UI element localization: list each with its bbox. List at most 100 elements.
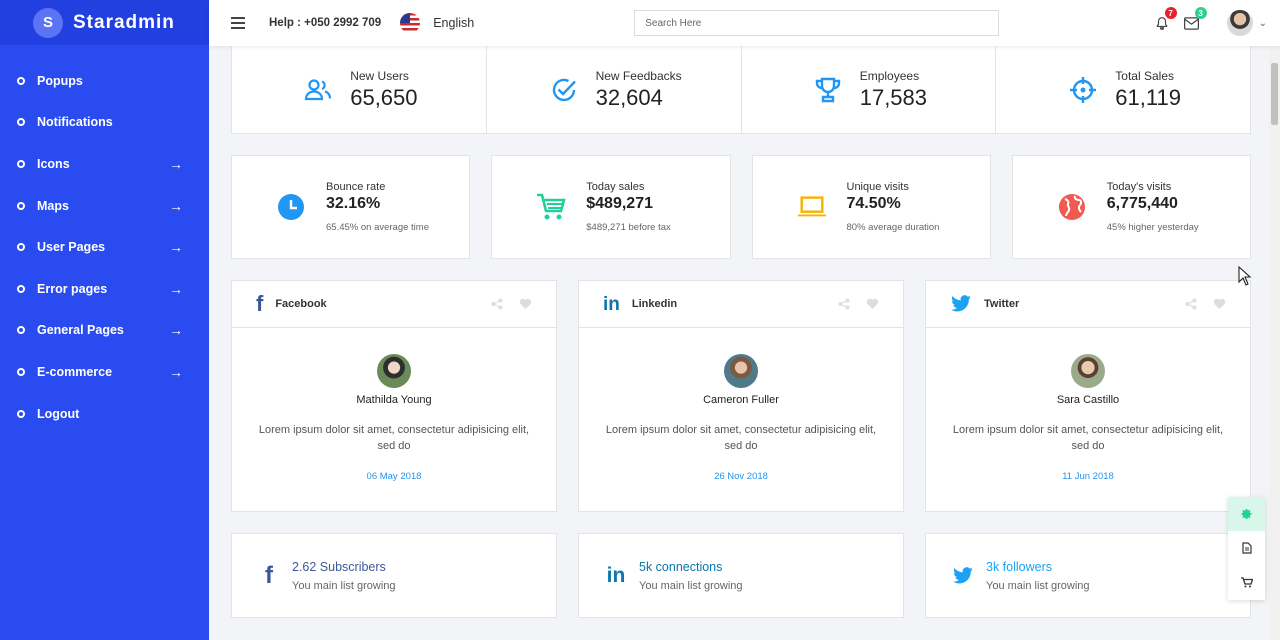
circle-icon (17, 159, 25, 168)
follower-count[interactable]: 3k followers (986, 560, 1090, 574)
stat-value: 32,604 (595, 85, 663, 110)
metric-value: 6,775,440 (1106, 195, 1178, 212)
page-scrollbar[interactable] (1269, 46, 1280, 640)
person-name: Mathilda Young (356, 394, 432, 406)
social-network-name: Twitter (984, 298, 1020, 310)
social-card-twitter: Twitter Sara Castillo Lorem ipsum dolor … (925, 280, 1251, 512)
heart-icon[interactable] (866, 298, 879, 310)
users-icon (300, 72, 336, 108)
metric-cards: Bounce rate 32.16% 65.45% on average time … (231, 155, 1251, 259)
share-icon[interactable] (838, 298, 850, 310)
heart-icon[interactable] (519, 298, 532, 310)
stat-label: New Users (350, 69, 409, 83)
avatar (377, 354, 411, 388)
menu-toggle-icon[interactable] (231, 17, 245, 29)
follower-count[interactable]: 5k connections (639, 560, 743, 574)
person-name: Sara Castillo (1056, 394, 1120, 406)
circle-icon (17, 367, 25, 376)
follower-count[interactable]: 2.62 Subscribers (292, 560, 396, 574)
arrow-right-icon: → (169, 363, 183, 380)
avatar (1071, 354, 1105, 388)
stat-label: New Feedbacks (595, 69, 682, 83)
stat-value: 17,583 (859, 85, 928, 110)
follower-cards: f 2.62 Subscribers You main list growing … (231, 533, 1251, 618)
share-icon[interactable] (491, 298, 503, 310)
metric-subtext: $489,271 before tax (586, 222, 671, 233)
arrow-right-icon: → (169, 197, 183, 214)
messages-button[interactable]: 3 (1182, 7, 1207, 33)
social-network-name: Linkedin (631, 298, 678, 310)
follower-card-twitter: 3k followers You main list growing (925, 533, 1251, 618)
follower-subtext: You main list growing (639, 579, 743, 592)
stat-value: 65,650 (350, 85, 418, 110)
stat-label: Employees (859, 69, 920, 83)
sidebar: S Staradmin Popups Notifications Icons → … (0, 0, 209, 640)
metric-subtext: 65.45% on average time (326, 222, 429, 233)
metric-value: $489,271 (586, 195, 653, 212)
sidebar-item-notifications[interactable]: Notifications (0, 102, 209, 144)
circle-icon (17, 409, 25, 418)
sidebar-item-label: Notifications (37, 115, 113, 130)
circle-icon (17, 243, 25, 252)
circle-icon (17, 326, 25, 335)
sidebar-item-label: Logout (37, 406, 80, 421)
document-button[interactable] (1228, 531, 1265, 565)
person-text: Lorem ipsum dolor sit amet, consectetur … (258, 424, 530, 452)
stat-employees: Employees 17,583 (742, 46, 997, 133)
sidebar-item-label: Maps (37, 198, 69, 213)
metric-card-today-sales: Today sales $489,271 $489,271 before tax (491, 155, 731, 259)
heart-icon[interactable] (1213, 298, 1226, 310)
sidebar-item-icons[interactable]: Icons → (0, 143, 209, 185)
chevron-down-icon[interactable]: ⌄ (1259, 18, 1267, 29)
trophy-icon (810, 72, 846, 108)
help-phone: Help : +050 2992 709 (269, 17, 382, 29)
stat-label: Total Sales (1115, 69, 1174, 83)
sidebar-item-label: Error pages (37, 281, 108, 296)
social-card-body: Cameron Fuller Lorem ipsum dolor sit ame… (579, 328, 903, 482)
sidebar-item-label: E-commerce (37, 364, 113, 379)
stat-total-sales: Total Sales 61,119 (996, 46, 1250, 133)
settings-button[interactable] (1228, 497, 1265, 531)
sidebar-item-label: Icons (37, 156, 70, 171)
sidebar-item-maps[interactable]: Maps → (0, 185, 209, 227)
search-input[interactable] (634, 10, 1000, 36)
stats-panel: New Users 65,650 New Feedbacks 32,604 Empl… (231, 46, 1251, 134)
avatar (724, 354, 758, 388)
scrollbar-thumb[interactable] (1271, 63, 1278, 125)
metric-card-bounce-rate: Bounce rate 32.16% 65.45% on average time (231, 155, 471, 259)
post-date: 26 Nov 2018 (714, 471, 768, 482)
circle-icon (17, 76, 25, 85)
social-card-header: in Linkedin (579, 281, 903, 328)
sidebar-item-general-pages[interactable]: General Pages → (0, 310, 209, 352)
facebook-icon: f (256, 291, 264, 316)
twitter-icon (951, 295, 971, 312)
twitter-icon (952, 566, 974, 585)
stat-new-feedbacks: New Feedbacks 32,604 (487, 46, 742, 133)
social-network-name: Facebook (275, 298, 327, 310)
social-card-linkedin: in Linkedin Cameron Fuller Lorem ipsum d… (578, 280, 904, 512)
sidebar-item-e-commerce[interactable]: E-commerce → (0, 351, 209, 393)
sidebar-item-logout[interactable]: Logout (0, 393, 209, 435)
brand[interactable]: S Staradmin (0, 0, 209, 45)
user-avatar[interactable] (1226, 10, 1253, 36)
sidebar-item-error-pages[interactable]: Error pages → (0, 268, 209, 310)
post-date: 06 May 2018 (366, 471, 422, 482)
main-content: New Users 65,650 New Feedbacks 32,604 Empl… (209, 46, 1269, 640)
sidebar-item-popups[interactable]: Popups (0, 60, 209, 102)
metric-label: Today sales (586, 181, 645, 193)
language-selector[interactable]: English (433, 16, 474, 30)
check-circle-icon (546, 72, 582, 108)
topbar: Help : +050 2992 709 English 7 3 ⌄ (209, 0, 1280, 46)
linkedin-icon: in (606, 563, 626, 587)
cart-button[interactable] (1228, 565, 1265, 599)
metric-value: 32.16% (326, 195, 381, 212)
arrow-right-icon: → (169, 280, 183, 297)
stat-value: 61,119 (1115, 85, 1181, 110)
social-card-header: Twitter (926, 281, 1250, 328)
floating-toolbar (1228, 497, 1265, 600)
notifications-button[interactable]: 7 (1152, 7, 1177, 33)
follower-card-linkedin: in 5k connections You main list growing (578, 533, 904, 618)
sidebar-item-user-pages[interactable]: User Pages → (0, 226, 209, 268)
share-icon[interactable] (1185, 298, 1197, 310)
us-flag-icon[interactable] (400, 13, 421, 33)
